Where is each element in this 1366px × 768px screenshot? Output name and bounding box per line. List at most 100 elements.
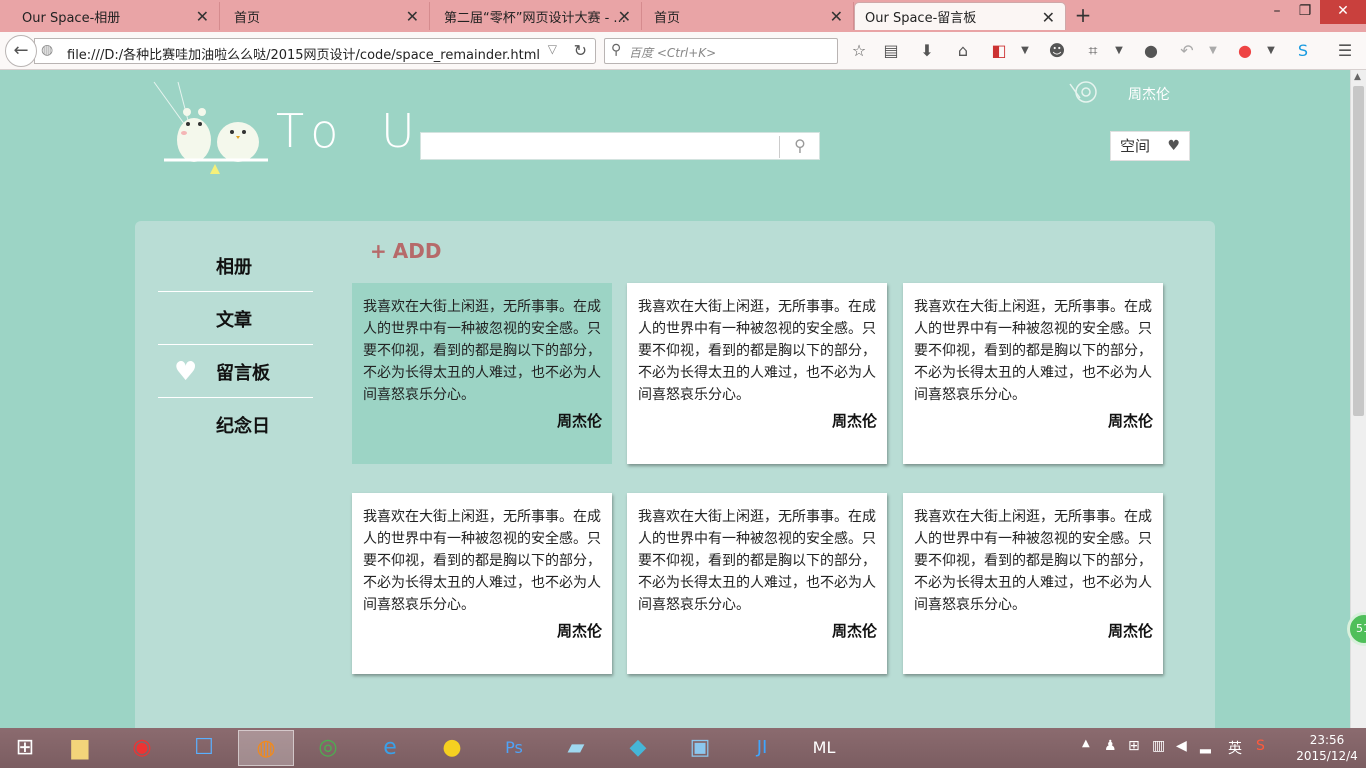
tab-our-space-guestbook[interactable]: Our Space-留言板 ✕ [854,2,1066,30]
chat-icon[interactable]: ● [1140,40,1162,62]
undo-icon[interactable]: ↶ [1176,40,1198,62]
browser-search-input[interactable]: ⚲ 百度 <Ctrl+K> [604,38,838,64]
image-viewer-icon[interactable]: ▣ [672,730,728,766]
crop-icon[interactable]: ⌗ [1082,40,1104,62]
close-icon[interactable]: ✕ [1042,8,1055,27]
sidebar-item-label: 留言板 [216,363,270,384]
photoshop-icon[interactable]: Ps [486,730,542,766]
chevron-down-icon[interactable]: ▼ [1202,40,1224,62]
new-tab-button[interactable]: + [1072,3,1094,27]
screenshot-icon[interactable]: ◧ [988,40,1010,62]
message-text: 我喜欢在大街上闲逛，无所事事。在成人的世界中有一种被忽视的安全感。只要不仰视，看… [363,509,601,613]
reload-icon[interactable]: ↻ [574,41,587,60]
message-text: 我喜欢在大街上闲逛，无所事事。在成人的世界中有一种被忽视的安全感。只要不仰视，看… [914,299,1152,403]
close-icon[interactable]: ✕ [406,7,419,26]
file-explorer-icon[interactable]: ▆ [52,730,108,766]
url-text[interactable]: file:///D:/各种比赛哇加油啦么么哒/2015网页设计/code/spa… [67,44,540,63]
window-close-icon[interactable]: ✕ [1320,0,1366,24]
addon-icon[interactable]: ● [1234,40,1256,62]
volume-icon[interactable]: ◀ [1176,738,1187,754]
ime-indicator[interactable]: 英 [1228,738,1242,758]
message-author: 周杰伦 [1107,622,1153,640]
scrollbar-thumb[interactable] [1353,86,1364,416]
add-label: ADD [392,239,442,263]
minimize-icon[interactable]: – [1262,0,1292,24]
mlt-icon[interactable]: ML [796,730,852,766]
heart-icon: ♥ [174,357,198,387]
message-card[interactable]: 我喜欢在大街上闲逛，无所事事。在成人的世界中有一种被忽视的安全感。只要不仰视，看… [352,283,612,464]
signal-icon[interactable]: ▂ [1200,738,1211,754]
close-icon[interactable]: ✕ [830,7,843,26]
chevron-down-icon[interactable]: ▽ [548,42,557,56]
network-icon[interactable]: ▥ [1152,738,1165,754]
sidebar-menu: 相册 文章 ♥ 留言板 纪念日 [158,239,313,451]
windows-icon[interactable]: ⊞ [1128,738,1140,754]
sidebar-item-articles[interactable]: 文章 [158,292,313,345]
message-card[interactable]: 我喜欢在大街上闲逛，无所事事。在成人的世界中有一种被忽视的安全感。只要不仰视，看… [627,283,887,464]
tab-design-contest[interactable]: 第二届“零杯”网页设计大赛 - ... ✕ [430,2,642,30]
clock[interactable]: 23:56 2015/12/4 [1292,732,1362,764]
sogou-icon[interactable]: S [1256,738,1265,754]
ie-icon[interactable]: e [362,730,418,766]
username-link[interactable]: 周杰伦 [1128,84,1170,104]
qq-icon[interactable]: ♟ [1104,738,1117,754]
baidu-pinyin-icon[interactable]: ☐ [176,730,232,766]
firefox-icon[interactable]: ◍ [238,730,294,766]
search-icon[interactable]: ⚲ [781,133,819,161]
message-card[interactable]: 我喜欢在大街上闲逛，无所事事。在成人的世界中有一种被忽视的安全感。只要不仰视，看… [903,493,1163,674]
navigation-toolbar: ◍ file:///D:/各种比赛哇加油啦么么哒/2015网页设计/code/s… [0,32,1366,70]
search-icon: ⚲ [611,42,622,58]
reading-list-icon[interactable]: ▤ [880,40,902,62]
sidebar-item-label: 相册 [216,257,252,278]
add-message-button[interactable]: + ADD [370,239,441,263]
emoji-icon[interactable]: ☻ [1046,40,1068,62]
page-content: To U ⚲ 周杰伦 空间 ♥ 相册 文章 ♥ 留言板 纪念日 + ADD 我喜… [0,70,1350,728]
notepad-icon[interactable]: ▰ [548,730,604,766]
message-card[interactable]: 我喜欢在大街上闲逛，无所事事。在成人的世界中有一种被忽视的安全感。只要不仰视，看… [352,493,612,674]
chevron-down-icon[interactable]: ▼ [1108,40,1130,62]
tab-home-2[interactable]: 首页 ✕ [642,2,854,30]
chevron-down-icon[interactable]: ▼ [1014,40,1036,62]
tab-title: 第二届“零杯”网页设计大赛 - ... [444,10,626,26]
skype-icon[interactable]: S [1292,40,1314,62]
tab-title: 首页 [234,10,261,26]
close-icon[interactable]: ✕ [618,7,631,26]
media-player-icon[interactable]: ◉ [114,730,170,766]
chevron-down-icon[interactable]: ▼ [1260,40,1282,62]
menu-icon[interactable]: ☰ [1334,40,1356,62]
sidebar-item-album[interactable]: 相册 [158,239,313,292]
home-icon[interactable]: ⌂ [952,40,974,62]
download-icon[interactable]: ⬇ [916,40,938,62]
globe-icon: ◍ [41,42,54,58]
browser-tab-strip: Our Space-相册 ✕ 首页 ✕ 第二届“零杯”网页设计大赛 - ... … [0,0,1366,32]
message-card[interactable]: 我喜欢在大街上闲逛，无所事事。在成人的世界中有一种被忽视的安全感。只要不仰视，看… [627,493,887,674]
tab-home-1[interactable]: 首页 ✕ [212,2,430,30]
message-author: 周杰伦 [831,412,877,430]
bookmark-star-icon[interactable]: ☆ [848,40,870,62]
message-text: 我喜欢在大街上闲逛，无所事事。在成人的世界中有一种被忽视的安全感。只要不仰视，看… [638,299,876,403]
close-icon[interactable]: ✕ [196,7,209,26]
search-divider [779,136,780,158]
start-icon[interactable]: ⊞ [0,730,50,766]
back-button[interactable]: ← [5,35,37,67]
music-icon[interactable]: ● [424,730,480,766]
sidebar-item-anniversary[interactable]: 纪念日 [158,398,313,451]
guestbook-panel: 相册 文章 ♥ 留言板 纪念日 + ADD 我喜欢在大街上闲逛，无所事事。在成人的… [135,221,1215,728]
tab-our-space-album[interactable]: Our Space-相册 ✕ [0,2,220,30]
heart-icon: ♥ [1167,138,1180,154]
space-button[interactable]: 空间 ♥ [1110,131,1190,161]
user-avatar-icon[interactable] [1068,78,1102,106]
tab-title: Our Space-留言板 [865,11,977,26]
scroll-up-icon[interactable]: ▲ [1354,72,1361,82]
app-icon[interactable]: ◆ [610,730,666,766]
message-author: 周杰伦 [831,622,877,640]
restore-icon[interactable]: ❐ [1290,0,1320,24]
site-search-input[interactable]: ⚲ [420,132,820,160]
space-button-label: 空间 [1120,137,1151,155]
jetbrains-icon[interactable]: JI [734,730,790,766]
message-card[interactable]: 我喜欢在大街上闲逛，无所事事。在成人的世界中有一种被忽视的安全感。只要不仰视，看… [903,283,1163,464]
tray-expand-icon[interactable]: ▲ [1082,738,1090,749]
address-bar[interactable]: ◍ file:///D:/各种比赛哇加油啦么么哒/2015网页设计/code/s… [34,38,596,64]
chrome-icon[interactable]: ◎ [300,730,356,766]
sidebar-item-guestbook[interactable]: ♥ 留言板 [158,345,313,398]
